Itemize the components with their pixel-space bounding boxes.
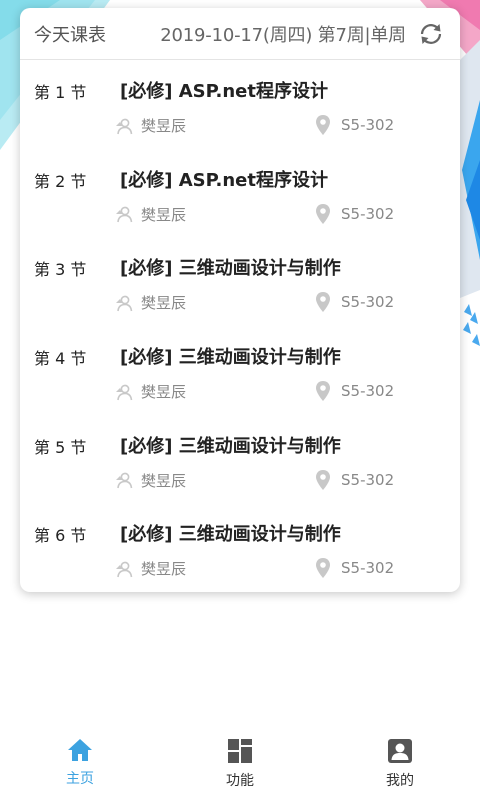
- course-name: [必修] 三维动画设计与制作: [120, 347, 341, 369]
- teacher-info: 樊昱辰: [115, 558, 186, 579]
- teacher-name: 樊昱辰: [141, 383, 187, 402]
- teacher-name: 樊昱辰: [141, 205, 187, 224]
- room-info: S5-302: [315, 114, 394, 136]
- teacher-info: 樊昱辰: [115, 204, 186, 225]
- schedule-row[interactable]: 第 3 节 [必修] 三维动画设计与制作樊昱辰 S5-302: [20, 237, 460, 326]
- tab-home[interactable]: 主页: [0, 730, 160, 800]
- tab-profile[interactable]: 我的: [320, 730, 480, 800]
- location-pin-icon: [316, 292, 330, 313]
- location-pin-icon: [316, 558, 330, 579]
- teacher-name: 樊昱辰: [141, 560, 187, 579]
- course-name: [必修] 三维动画设计与制作: [120, 524, 341, 546]
- period-label: 第 2 节: [34, 171, 87, 191]
- refresh-button[interactable]: [416, 19, 446, 49]
- teacher-icon: [116, 295, 133, 311]
- schedule-row[interactable]: 第 5 节 [必修] 三维动画设计与制作樊昱辰 S5-302: [20, 415, 460, 504]
- teacher-info: 樊昱辰: [115, 292, 186, 313]
- tab-functions[interactable]: 功能: [160, 730, 320, 800]
- refresh-icon: [420, 23, 442, 44]
- tab-home-label: 主页: [66, 771, 94, 787]
- schedule-list: 第 1 节 [必修] ASP.net程序设计 樊昱辰 S5-302 第 2 节 [必修] …: [20, 60, 460, 592]
- period-label: 第 1 节: [34, 83, 87, 102]
- room-info: S5-302: [315, 469, 394, 491]
- tab-functions-label: 功能: [226, 773, 254, 789]
- teacher-icon: [116, 118, 133, 134]
- teacher-icon: [116, 384, 133, 400]
- tab-profile-label: 我的: [386, 773, 414, 789]
- teacher-info: 樊昱辰: [115, 470, 186, 491]
- home-icon: [68, 739, 92, 761]
- period-label: 第 6 节: [34, 526, 87, 546]
- schedule-row[interactable]: 第 6 节 [必修] 三维动画设计与制作樊昱辰 S5-302: [20, 503, 460, 592]
- date-week-info: 2019-10-17(周四) 第7周|单周: [160, 24, 406, 46]
- grid-icon: [228, 739, 252, 763]
- location-pin-icon: [316, 115, 330, 135]
- period-label: 第 3 节: [34, 260, 87, 280]
- teacher-info: 樊昱辰: [115, 381, 186, 402]
- room-number: S5-302: [341, 116, 395, 134]
- room-info: S5-302: [315, 557, 394, 579]
- room-number: S5-302: [341, 204, 395, 223]
- teacher-icon: [116, 206, 133, 223]
- schedule-row[interactable]: 第 1 节 [必修] ASP.net程序设计樊昱辰 S5-302: [20, 60, 460, 149]
- period-label: 第 4 节: [34, 349, 87, 369]
- schedule-card: 今天课表 2019-10-17(周四) 第7周|单周 第 1 节 [必修] ASP…: [20, 8, 460, 592]
- bottom-tab-bar: 主页 功能 我的: [0, 730, 480, 800]
- schedule-header: 今天课表 2019-10-17(周四) 第7周|单周: [20, 8, 460, 60]
- course-name: [必修] 三维动画设计与制作: [120, 435, 341, 457]
- course-name: [必修] 三维动画设计与制作: [120, 258, 341, 280]
- schedule-row[interactable]: 第 4 节 [必修] 三维动画设计与制作樊昱辰 S5-302: [20, 326, 460, 415]
- period-label: 第 5 节: [34, 437, 87, 457]
- location-pin-icon: [316, 469, 330, 490]
- profile-icon: [388, 739, 412, 763]
- teacher-icon: [116, 561, 133, 578]
- course-name: [必修] ASP.net程序设计: [120, 81, 328, 102]
- teacher-icon: [116, 472, 133, 489]
- teacher-info: 樊昱辰: [115, 115, 186, 136]
- teacher-name: 樊昱辰: [141, 294, 187, 313]
- teacher-name: 樊昱辰: [141, 471, 187, 490]
- schedule-row[interactable]: 第 2 节 [必修] ASP.net程序设计樊昱辰 S5-302: [20, 149, 460, 238]
- page-title: 今天课表: [34, 24, 106, 46]
- teacher-name: 樊昱辰: [141, 117, 187, 135]
- room-number: S5-302: [341, 382, 395, 401]
- room-number: S5-302: [341, 293, 395, 312]
- course-name: [必修] ASP.net程序设计: [120, 169, 328, 191]
- location-pin-icon: [316, 381, 330, 402]
- room-info: S5-302: [315, 203, 394, 225]
- room-info: S5-302: [315, 380, 394, 402]
- room-number: S5-302: [341, 559, 395, 578]
- location-pin-icon: [316, 203, 330, 224]
- room-info: S5-302: [315, 291, 394, 313]
- room-number: S5-302: [341, 470, 395, 489]
